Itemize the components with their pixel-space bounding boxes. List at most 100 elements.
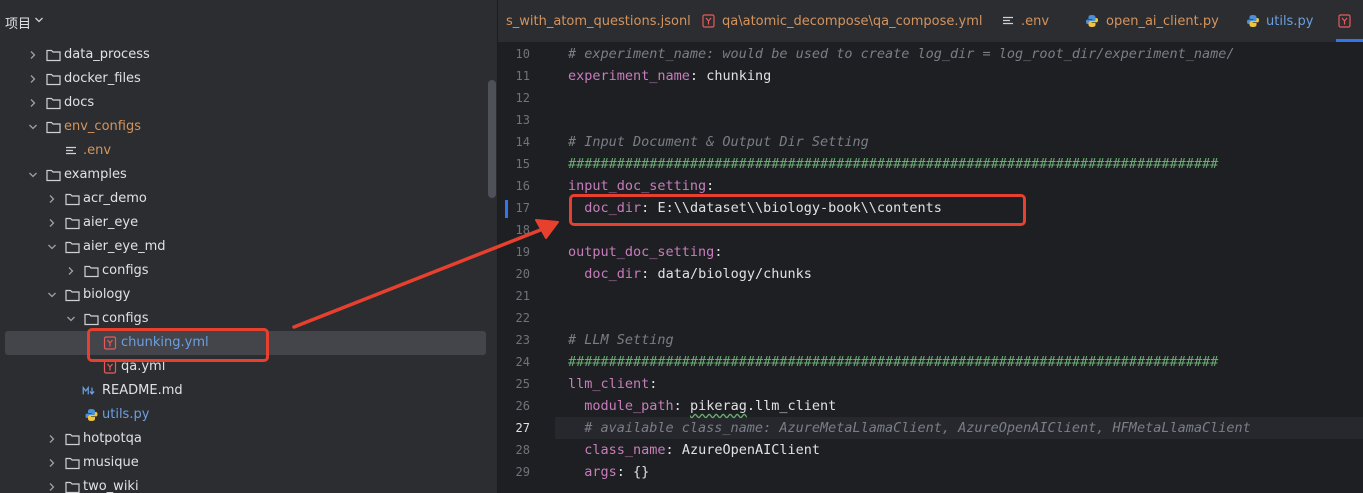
tree-item-examples[interactable]: examples (0, 163, 497, 187)
tree-item-label: hotpotqa (83, 431, 142, 446)
tree-item-musique[interactable]: musique (0, 451, 497, 475)
folder-icon (65, 241, 80, 254)
chevron-right-icon[interactable] (46, 193, 58, 205)
yaml-colon: : (689, 68, 699, 84)
chevron-right-icon[interactable] (65, 265, 77, 277)
yaml-colon: : (665, 442, 674, 458)
line-number: 20 (515, 267, 530, 281)
folder-icon (46, 121, 61, 134)
tab-label: .env (1021, 14, 1050, 29)
tree-item-readme[interactable]: README.md (0, 379, 497, 403)
tree-item-two-wiki[interactable]: two_wiki (0, 475, 497, 493)
project-panel: 项目 data_process docker_files docs env_co… (0, 0, 497, 493)
text-file-icon (66, 146, 76, 155)
tree-item-aier-eye[interactable]: aier_eye (0, 211, 497, 235)
chevron-down-icon[interactable] (46, 289, 58, 301)
tree-item-env-configs[interactable]: env_configs (0, 115, 497, 139)
line-number: 18 (515, 223, 530, 237)
project-panel-title[interactable]: 项目 (5, 13, 31, 32)
chevron-down-icon[interactable] (46, 241, 58, 253)
tree-item-configs[interactable]: configs (0, 259, 497, 283)
chevron-down-icon[interactable] (27, 121, 39, 133)
highlight-box-chunking-yml (87, 328, 269, 362)
chevron-right-icon[interactable] (27, 49, 39, 61)
tree-item-docker-files[interactable]: docker_files (0, 67, 497, 91)
folder-icon (65, 481, 80, 493)
code-line-separator: ########################################… (568, 354, 1219, 370)
chevron-down-icon[interactable] (65, 313, 77, 325)
line-number-gutter[interactable]: 10 11 12 13 14 15 16 17 18 19 20 21 22 2… (498, 43, 555, 493)
folder-icon (84, 265, 99, 278)
code-line-separator: ########################################… (568, 156, 1219, 172)
folder-icon (46, 97, 61, 110)
tree-item-env-file[interactable]: .env (0, 139, 497, 163)
chevron-right-icon[interactable] (46, 481, 58, 493)
typo-squiggle-word: pikerag (689, 398, 747, 414)
yaml-value (682, 398, 690, 414)
chevron-down-icon[interactable] (34, 15, 44, 25)
chevron-right-icon[interactable] (46, 457, 58, 469)
yaml-value: AzureOpenAIClient (673, 442, 820, 458)
folder-icon (46, 169, 61, 182)
folder-icon (65, 457, 80, 470)
highlight-box-doc-dir (569, 194, 1026, 226)
chevron-right-icon[interactable] (27, 97, 39, 109)
line-number: 23 (515, 333, 530, 347)
tree-item-biology[interactable]: biology (0, 283, 497, 307)
tree-item-utils-py[interactable]: utils.py (0, 403, 497, 427)
tab-utils-py[interactable]: utils.py (1233, 0, 1323, 42)
chevron-right-icon[interactable] (46, 433, 58, 445)
editor-scrollbar[interactable] (1355, 44, 1363, 493)
python-file-icon (1247, 15, 1259, 27)
tab-qa-compose-yml[interactable]: qa\atomic_decompose\qa_compose.yml (688, 0, 982, 42)
tree-item-data-process[interactable]: data_process (0, 43, 497, 67)
line-number: 25 (515, 377, 530, 391)
tree-item-label: utils.py (102, 407, 150, 422)
code-editor[interactable]: # experiment_name: would be used to crea… (568, 43, 1363, 493)
tree-item-acr-demo[interactable]: acr_demo (0, 187, 497, 211)
tab-label: qa\atomic_decompose\qa_compose.yml (722, 14, 983, 29)
project-panel-header[interactable]: 项目 (0, 0, 497, 42)
tree-item-label: aier_eye (83, 215, 139, 230)
tab-atom-questions-jsonl[interactable]: s_with_atom_questions.jsonl (498, 0, 691, 42)
code-line-comment: # experiment_name: would be used to crea… (568, 46, 1235, 62)
tree-item-hotpotqa[interactable]: hotpotqa (0, 427, 497, 451)
code-line-comment: # available class_name: AzureMetaLlamaCl… (568, 420, 1251, 436)
chevron-down-icon[interactable] (27, 169, 39, 181)
vcs-change-marker[interactable] (505, 200, 508, 218)
tab-env[interactable]: .env (990, 0, 1060, 42)
code-line: args: {} (568, 461, 649, 483)
line-number: 14 (515, 135, 530, 149)
tree-item-label: .env (83, 143, 112, 158)
line-number: 17 (515, 201, 530, 215)
text-file-icon (1003, 16, 1013, 25)
line-number: 26 (515, 399, 530, 413)
folder-icon (84, 313, 99, 326)
tree-item-label: acr_demo (83, 191, 147, 206)
chevron-right-icon[interactable] (46, 217, 58, 229)
chevron-right-icon[interactable] (27, 73, 39, 85)
line-number-current: 27 (515, 421, 530, 435)
tab-chunking-yml-active[interactable] (1336, 0, 1363, 42)
yaml-file-icon (702, 14, 715, 28)
tree-item-label: two_wiki (83, 479, 139, 493)
code-line: module_path: pikerag.llm_client (568, 395, 836, 417)
yaml-key: output_doc_setting (568, 244, 715, 260)
tree-item-label: configs (102, 263, 149, 278)
yaml-colon: : (706, 178, 715, 194)
tab-open-ai-client-py[interactable]: open_ai_client.py (1073, 0, 1219, 42)
tree-item-docs[interactable]: docs (0, 91, 497, 115)
code-line-comment: # LLM Setting (568, 332, 674, 348)
project-tree-scrollbar[interactable] (488, 80, 496, 198)
yaml-file-icon (103, 360, 117, 374)
tree-item-aier-eye-md[interactable]: aier_eye_md (0, 235, 497, 259)
yaml-key: input_doc_setting (568, 178, 707, 194)
folder-icon (65, 193, 80, 206)
tree-item-label: configs (102, 311, 149, 326)
yaml-key: doc_dir (584, 266, 642, 282)
tab-label: s_with_atom_questions.jsonl (506, 14, 691, 29)
yaml-value: .llm_client (746, 398, 837, 414)
active-tab-indicator (1336, 39, 1363, 42)
